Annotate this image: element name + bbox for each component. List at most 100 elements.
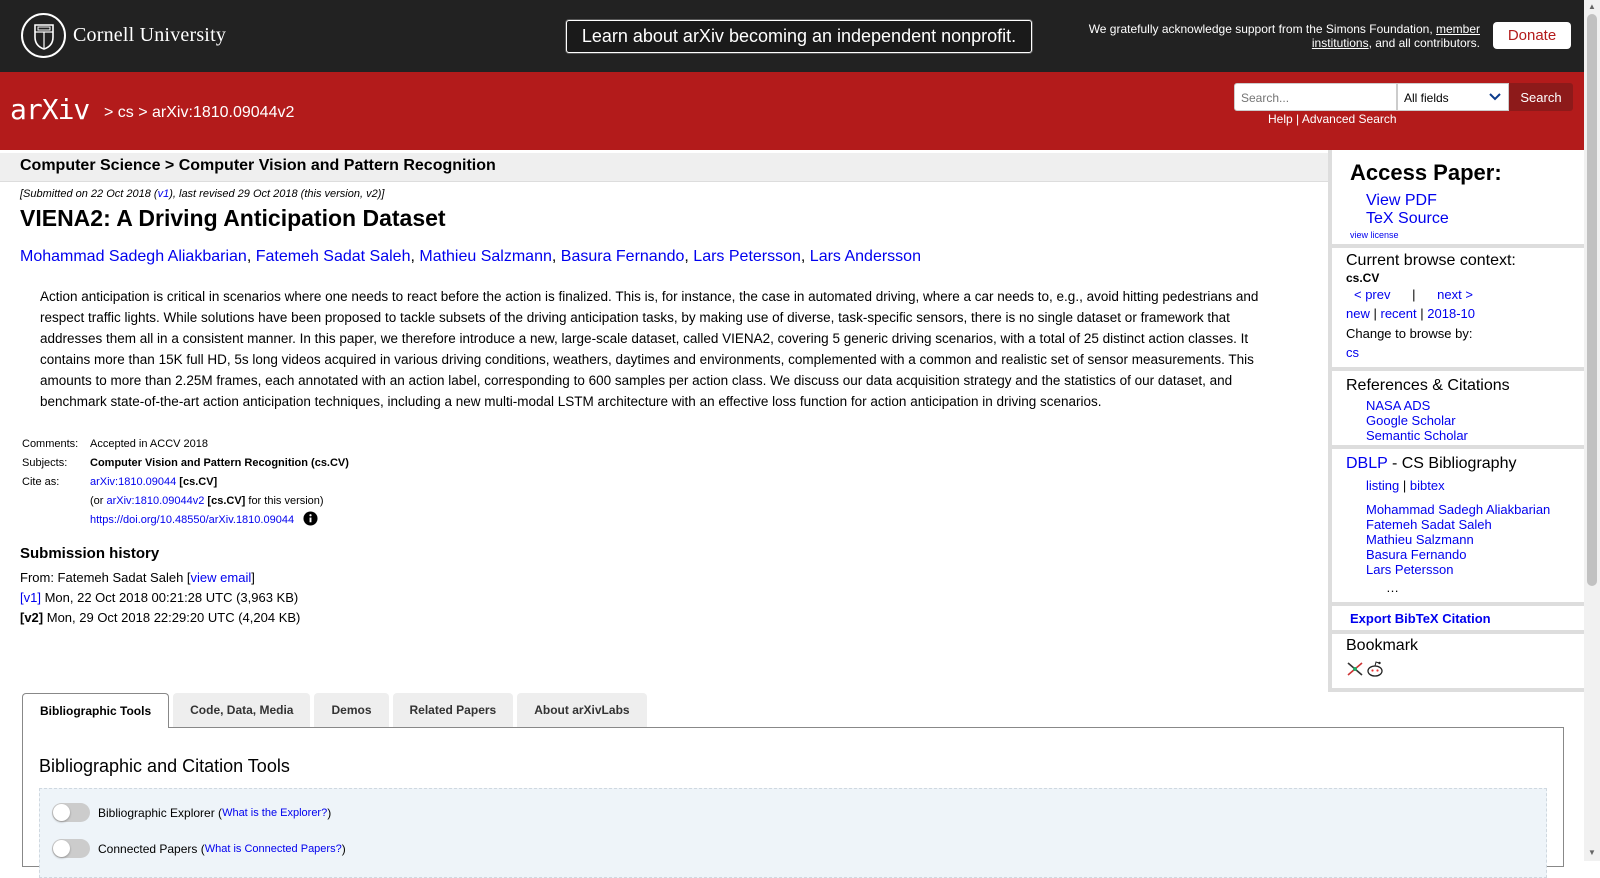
scroll-up-arrow-icon[interactable]: ▲ — [1587, 2, 1597, 12]
author-link[interactable]: Mathieu Salzmann — [419, 248, 552, 265]
help-link[interactable]: Help — [1268, 112, 1293, 126]
tab-demos[interactable]: Demos — [314, 693, 389, 727]
chevron-down-icon — [1489, 93, 1501, 101]
dblp-bibtex-link[interactable]: bibtex — [1410, 478, 1445, 493]
cornell-seal-icon — [21, 13, 66, 58]
cite-tag: [cs.CV] — [176, 476, 218, 488]
tex-source-link[interactable]: TeX Source — [1366, 210, 1449, 227]
cornell-logo[interactable]: Cornell University — [21, 13, 226, 58]
semantic-scholar-link[interactable]: Semantic Scholar — [1366, 428, 1468, 443]
dblp-author-link[interactable]: Mohammad Sadegh Aliakbarian — [1366, 502, 1550, 517]
v1-date: Mon, 22 Oct 2018 00:21:28 UTC (3,963 KB) — [40, 590, 299, 605]
dblp-author-link[interactable]: Fatemeh Sadat Saleh — [1366, 517, 1492, 532]
tab-bibliographic-tools[interactable]: Bibliographic Tools — [22, 693, 170, 728]
tab-related-papers[interactable]: Related Papers — [392, 693, 514, 727]
tab-about-arxivlabs[interactable]: About arXivLabs — [517, 693, 647, 727]
new-link[interactable]: new — [1346, 306, 1370, 321]
breadcrumb-cs[interactable]: cs — [118, 104, 134, 121]
v1-link[interactable]: [v1] — [20, 590, 41, 605]
bookmark-icons — [1346, 660, 1384, 678]
cite-alt-tag: [cs.CV] — [204, 495, 246, 507]
dblp-heading: DBLP - CS Bibliography — [1346, 455, 1516, 473]
metadata-table: Comments: Accepted in ACCV 2018 Subjects… — [20, 435, 353, 530]
dblp-author-link[interactable]: Lars Petersson — [1366, 562, 1453, 577]
browse-by-cs-link[interactable]: cs — [1346, 345, 1359, 360]
list-separator: | — [1420, 306, 1424, 321]
advanced-search-link[interactable]: Advanced Search — [1302, 112, 1397, 126]
v2-label: [v2] — [20, 610, 44, 625]
author-link[interactable]: Lars Andersson — [810, 248, 921, 265]
explorer-toggle[interactable] — [52, 803, 90, 822]
page-scrollbar[interactable]: ▲ ▼ — [1584, 0, 1600, 861]
nasa-ads-link[interactable]: NASA ADS — [1366, 398, 1430, 413]
scrollbar-thumb[interactable] — [1587, 14, 1597, 586]
arxiv-logo[interactable]: arXiv — [10, 92, 100, 137]
view-pdf-link[interactable]: View PDF — [1366, 192, 1437, 209]
support-suffix: , and all contributors. — [1368, 36, 1480, 50]
subjects-value: Computer Vision and Pattern Recognition … — [90, 457, 349, 469]
next-link[interactable]: next > — [1437, 287, 1473, 302]
panel-title: Bibliographic and Citation Tools — [39, 756, 290, 776]
help-links: Help | Advanced Search — [1268, 112, 1397, 126]
connected-papers-toggle[interactable] — [52, 839, 90, 858]
sidebar-divider — [1332, 367, 1584, 371]
subjects-label: Subjects: — [22, 457, 68, 469]
prev-link[interactable]: < prev — [1354, 287, 1391, 302]
view-license-link[interactable]: view license — [1350, 230, 1399, 240]
explorer-label: Bibliographic Explorer ( — [98, 805, 223, 820]
sidebar-divider — [1332, 445, 1584, 449]
prev-next-separator: | — [1412, 287, 1416, 302]
export-bibtex-link[interactable]: Export BibTeX Citation — [1350, 611, 1491, 626]
access-links: View PDF TeX Source — [1366, 192, 1449, 228]
google-scholar-link[interactable]: Google Scholar — [1366, 413, 1456, 428]
bibsonomy-icon[interactable] — [1346, 660, 1364, 678]
doi-link[interactable]: https://doi.org/10.48550/arXiv.1810.0904… — [90, 514, 294, 526]
nonprofit-announcement-link[interactable]: Learn about arXiv becoming an independen… — [566, 20, 1032, 53]
labs-tabs: Bibliographic Tools Code, Data, Media De… — [22, 693, 651, 728]
submission-history: From: Fatemeh Sadat Saleh [view email] [… — [20, 568, 300, 628]
scroll-down-arrow-icon[interactable]: ▼ — [1587, 848, 1597, 858]
doi-row: https://doi.org/10.48550/arXiv.1810.0904… — [88, 511, 353, 530]
month-link[interactable]: 2018-10 — [1427, 306, 1475, 321]
support-acknowledgement: We gratefully acknowledge support from t… — [1060, 22, 1480, 50]
history-from: From: Fatemeh Sadat Saleh [view email] — [20, 568, 300, 588]
dblp-listing-link[interactable]: listing — [1366, 478, 1399, 493]
top-bar: Cornell University Learn about arXiv bec… — [0, 0, 1584, 72]
search-button[interactable]: Search — [1509, 83, 1573, 111]
tab-code-data-media[interactable]: Code, Data, Media — [173, 693, 311, 727]
author-link[interactable]: Mohammad Sadegh Aliakbarian — [20, 248, 247, 265]
author-link[interactable]: Basura Fernando — [561, 248, 685, 265]
cite-label-empty — [20, 492, 88, 511]
dblp-heading-text: - CS Bibliography — [1387, 455, 1517, 472]
author-link[interactable]: Lars Petersson — [693, 248, 801, 265]
breadcrumb-paper-id: arXiv:1810.09044v2 — [152, 104, 295, 121]
cite-id-link[interactable]: arXiv:1810.09044 — [90, 476, 176, 488]
comments-value: Accepted in ACCV 2018 — [90, 438, 209, 450]
recent-link[interactable]: recent — [1381, 306, 1417, 321]
explorer-help-link[interactable]: What is the Explorer? — [222, 807, 327, 819]
arxiv-logo-text: arXiv — [10, 93, 89, 126]
history-v2: [v2] Mon, 29 Oct 2018 22:29:20 UTC (4,20… — [20, 608, 300, 628]
explorer-close: ) — [327, 805, 332, 820]
author-separator: , — [551, 248, 561, 265]
extra-services-sidebar: Access Paper: View PDF TeX Source view l… — [1328, 150, 1584, 692]
cite-alt-link[interactable]: arXiv:1810.09044v2 — [107, 495, 205, 507]
author-link[interactable]: Fatemeh Sadat Saleh — [256, 248, 411, 265]
dblp-author-link[interactable]: Mathieu Salzmann — [1366, 532, 1474, 547]
paper-title: VIENA2: A Driving Anticipation Dataset — [20, 205, 446, 231]
donate-button[interactable]: Donate — [1493, 22, 1571, 49]
dateline-v1-link[interactable]: v1 — [158, 188, 170, 200]
support-prefix: We gratefully acknowledge support from t… — [1088, 22, 1436, 36]
browse-context-heading: Current browse context: — [1346, 252, 1516, 269]
view-email-link[interactable]: view email — [191, 570, 252, 585]
search-input[interactable]: Search... — [1234, 83, 1397, 111]
search-field-select[interactable]: All fields — [1397, 83, 1509, 111]
sidebar-divider — [1332, 244, 1584, 248]
browse-lists: new | recent | 2018-10 — [1346, 306, 1475, 321]
reddit-icon[interactable] — [1366, 660, 1384, 678]
abstract: Action anticipation is critical in scena… — [40, 289, 1259, 409]
dblp-link[interactable]: DBLP — [1346, 455, 1388, 472]
dblp-author-link[interactable]: Basura Fernando — [1366, 547, 1466, 562]
connected-papers-help-link[interactable]: What is Connected Papers? — [205, 843, 342, 855]
info-icon[interactable] — [303, 511, 318, 526]
